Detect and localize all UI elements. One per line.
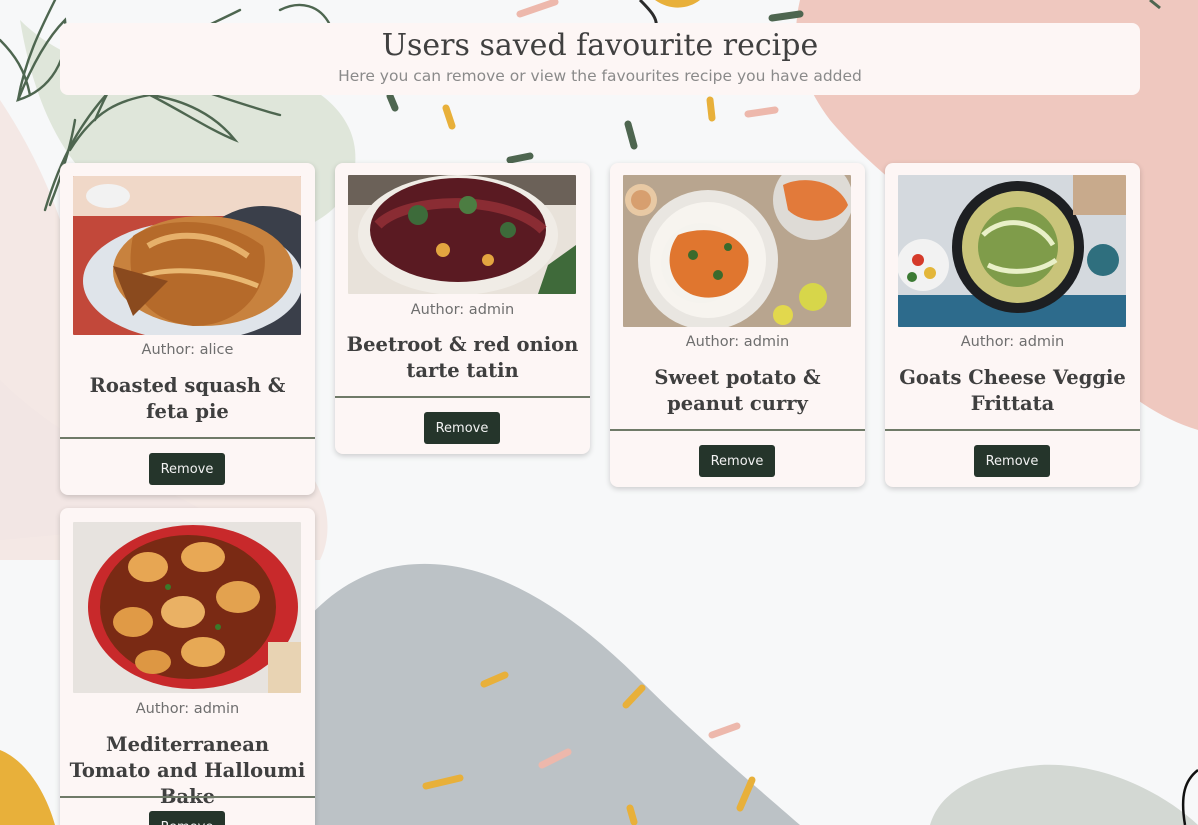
recipe-title[interactable]: Sweet potato & peanut curry [618,365,857,417]
recipe-image[interactable] [623,175,851,327]
recipe-card[interactable]: Author: alice Roasted squash & feta pie … [60,163,315,495]
recipe-author: Author: admin [960,334,1065,350]
recipe-author: Author: admin [410,302,515,318]
remove-button[interactable]: Remove [699,445,775,477]
recipe-title[interactable]: Mediterranean Tomato and Halloumi Bake [68,732,307,810]
recipe-author: Author: alice [141,342,234,358]
recipe-image[interactable] [348,175,576,294]
remove-button[interactable]: Remove [149,453,225,485]
recipe-card[interactable]: Author: admin Sweet potato & peanut curr… [610,163,865,487]
recipe-card[interactable]: Author: admin Mediterranean Tomato and H… [60,508,315,825]
card-divider [335,396,590,398]
page-header: Users saved favourite recipe Here you ca… [60,23,1140,95]
page-subtitle: Here you can remove or view the favourit… [338,67,862,85]
recipe-title[interactable]: Goats Cheese Veggie Frittata [893,365,1132,417]
remove-button[interactable]: Remove [149,811,225,825]
recipe-author: Author: admin [685,334,790,350]
card-divider [885,429,1140,431]
recipe-image[interactable] [73,522,301,693]
card-divider [610,429,865,431]
recipe-card[interactable]: Author: admin Beetroot & red onion tarte… [335,163,590,454]
recipe-title[interactable]: Beetroot & red onion tarte tatin [343,332,582,384]
remove-button[interactable]: Remove [424,412,500,444]
card-divider [60,796,315,798]
recipe-image[interactable] [898,175,1126,327]
recipe-image[interactable] [73,176,301,335]
remove-button[interactable]: Remove [974,445,1050,477]
recipe-title[interactable]: Roasted squash & feta pie [68,373,307,425]
recipe-card[interactable]: Author: admin Goats Cheese Veggie Fritta… [885,163,1140,487]
recipe-author: Author: admin [135,701,240,717]
card-divider [60,437,315,439]
page-title: Users saved favourite recipe [381,28,819,63]
